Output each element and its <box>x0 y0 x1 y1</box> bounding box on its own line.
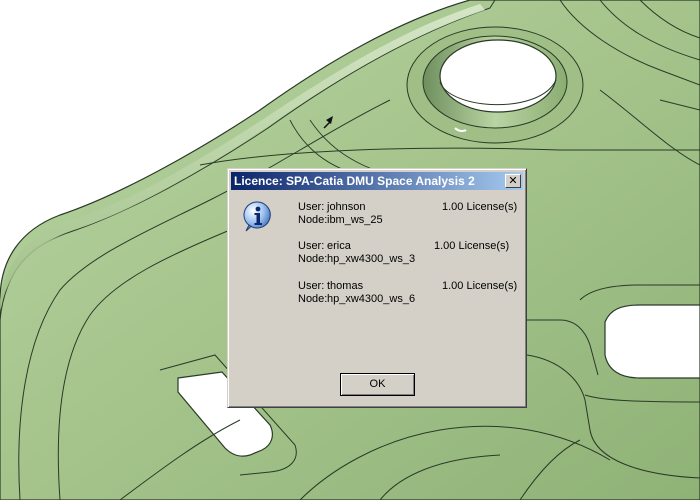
user-label: User: <box>298 280 325 292</box>
license-count: 1.00 License(s) <box>442 201 518 213</box>
node-name: hp_xw4300_ws_6 <box>327 293 416 305</box>
node-label: Node: <box>298 253 328 265</box>
license-entry: User: thomas Node:hp_xw4300_ws_6 1.00 Lic… <box>298 280 518 306</box>
dialog-titlebar[interactable]: Licence: SPA-Catia DMU Space Analysis 2 … <box>231 172 523 190</box>
license-entry: User: erica Node:hp_xw4300_ws_3 1.00 Lice… <box>298 240 518 266</box>
close-button[interactable]: ✕ <box>505 174 521 188</box>
license-count: 1.00 License(s) <box>442 280 518 292</box>
node-name: hp_xw4300_ws_3 <box>327 253 416 265</box>
close-icon: ✕ <box>508 175 518 187</box>
user-name: thomas <box>327 280 364 292</box>
node-label: Node: <box>298 293 328 305</box>
dialog-title: Licence: SPA-Catia DMU Space Analysis 2 <box>234 174 475 188</box>
user-name: erica <box>327 240 351 252</box>
user-label: User: <box>298 201 325 213</box>
info-icon <box>243 201 271 232</box>
node-label: Node: <box>298 214 328 226</box>
license-entry: User: johnson Node:ibm_ws_25 1.00 License… <box>298 201 518 227</box>
node-name: ibm_ws_25 <box>327 214 383 226</box>
license-count: 1.00 License(s) <box>434 240 510 252</box>
user-label: User: <box>298 240 325 252</box>
ok-button[interactable]: OK <box>340 373 415 396</box>
licence-dialog: Licence: SPA-Catia DMU Space Analysis 2 … <box>227 168 527 408</box>
user-name: johnson <box>327 201 366 213</box>
